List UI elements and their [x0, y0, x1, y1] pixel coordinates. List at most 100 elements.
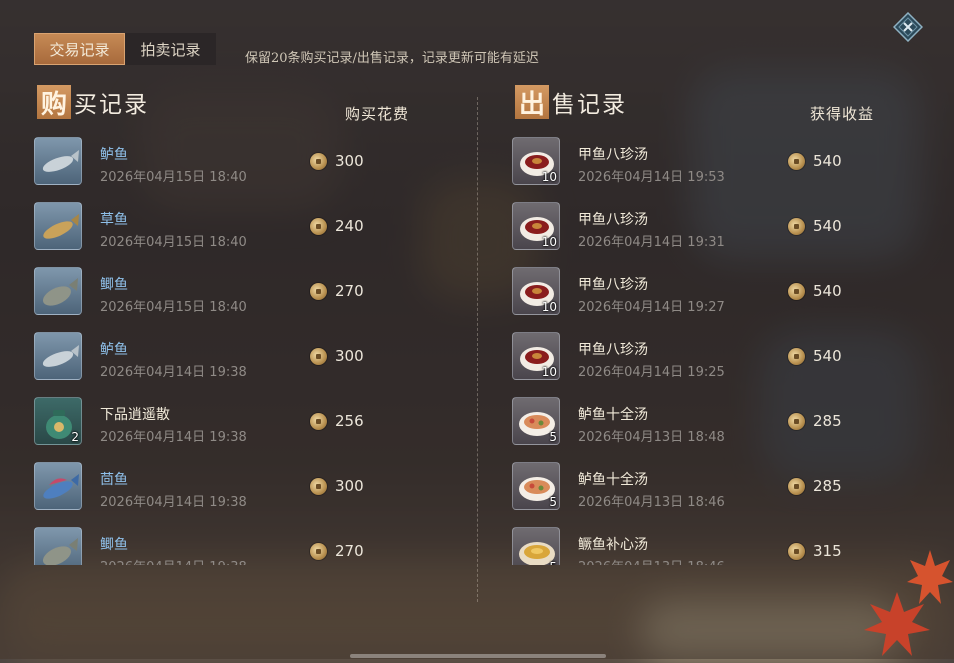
buy-section-title: 购 买记录 — [37, 85, 149, 120]
item-date: 2026年04月14日 19:38 — [100, 430, 247, 445]
item-name: 茴鱼 — [100, 472, 128, 488]
item-name: 甲鱼八珍汤 — [578, 342, 648, 358]
coin-icon — [310, 217, 327, 235]
buy-row: 鲫鱼 2026年04月14日 19:38 270 — [34, 527, 434, 565]
coin-icon — [310, 542, 327, 560]
price-value: 540 — [813, 217, 842, 235]
turtle-soup-icon: 10 — [512, 202, 560, 250]
item-price: 300 — [310, 477, 364, 495]
item-date: 2026年04月15日 18:40 — [100, 300, 247, 315]
turtle-soup-icon: 10 — [512, 332, 560, 380]
item-date: 2026年04月14日 19:53 — [578, 170, 725, 185]
item-name: 甲鱼八珍汤 — [578, 277, 648, 293]
buy-row: 鲈鱼 2026年04月15日 18:40 300 — [34, 137, 434, 202]
coin-icon — [788, 152, 805, 170]
coin-icon — [310, 152, 327, 170]
sell-row: 10 甲鱼八珍汤 2026年04月14日 19:25 540 — [512, 332, 912, 397]
sell-row: 5 鳜鱼补心汤 2026年04月13日 18:46 315 — [512, 527, 912, 565]
coin-icon — [788, 412, 805, 430]
turtle-soup-icon: 10 — [512, 267, 560, 315]
maple-leaf-icon — [906, 548, 954, 612]
turtle-soup-icon: 10 — [512, 137, 560, 185]
item-price: 256 — [310, 412, 364, 430]
item-quantity: 10 — [541, 170, 557, 184]
item-name: 甲鱼八珍汤 — [578, 212, 648, 228]
price-value: 256 — [335, 412, 364, 430]
price-value: 285 — [813, 412, 842, 430]
perch-fish-icon — [34, 137, 82, 185]
price-value: 540 — [813, 347, 842, 365]
item-name: 鲫鱼 — [100, 277, 128, 293]
item-name: 甲鱼八珍汤 — [578, 147, 648, 163]
item-price: 285 — [788, 412, 842, 430]
tab-trade-records[interactable]: 交易记录 — [34, 33, 125, 65]
buy-record-list[interactable]: 鲈鱼 2026年04月15日 18:40 300 草鱼 2026年04月15日 … — [34, 137, 434, 565]
price-value: 270 — [335, 282, 364, 300]
price-value: 300 — [335, 152, 364, 170]
item-quantity: 5 — [549, 495, 557, 509]
item-date: 2026年04月14日 19:38 — [100, 495, 247, 510]
coin-icon — [788, 347, 805, 365]
price-value: 270 — [335, 542, 364, 560]
sell-record-list[interactable]: 10 甲鱼八珍汤 2026年04月14日 19:53 540 10 甲鱼八珍汤 … — [512, 137, 912, 565]
grass-carp-icon — [34, 202, 82, 250]
coin-icon — [788, 217, 805, 235]
item-quantity: 5 — [549, 430, 557, 444]
perch-fish-icon — [34, 332, 82, 380]
sell-row: 10 甲鱼八珍汤 2026年04月14日 19:53 540 — [512, 137, 912, 202]
item-price: 300 — [310, 152, 364, 170]
item-name: 鲈鱼十全汤 — [578, 407, 648, 423]
close-diamond-icon[interactable] — [892, 11, 924, 43]
item-name: 草鱼 — [100, 212, 128, 228]
item-price: 270 — [310, 542, 364, 560]
medicine-jar-icon: 2 — [34, 397, 82, 445]
item-quantity: 2 — [71, 430, 79, 444]
item-quantity: 10 — [541, 365, 557, 379]
buy-title-text: 买记录 — [74, 92, 149, 118]
tab-auction-records[interactable]: 拍卖记录 — [125, 33, 216, 65]
sell-title-badge: 出 — [515, 85, 549, 120]
item-price: 240 — [310, 217, 364, 235]
buy-row: 2 下品逍遥散 2026年04月14日 19:38 256 — [34, 397, 434, 462]
item-name: 下品逍遥散 — [100, 407, 170, 423]
coin-icon — [788, 477, 805, 495]
item-name: 鲈鱼 — [100, 342, 128, 358]
price-value: 540 — [813, 282, 842, 300]
buy-cost-header: 购买花费 — [345, 105, 410, 123]
item-date: 2026年04月14日 19:31 — [578, 235, 725, 250]
item-price: 315 — [788, 542, 842, 560]
section-divider — [477, 97, 478, 602]
retention-notice: 保留20条购买记录/出售记录，记录更新可能有延迟 — [245, 51, 539, 66]
tab-bar: 交易记录 拍卖记录 — [34, 33, 216, 65]
mandarin-fish-soup-icon: 5 — [512, 527, 560, 565]
item-name: 鲫鱼 — [100, 537, 128, 553]
price-value: 315 — [813, 542, 842, 560]
grayling-fish-icon — [34, 462, 82, 510]
coin-icon — [310, 477, 327, 495]
sell-income-header: 获得收益 — [810, 105, 875, 123]
item-date: 2026年04月14日 19:25 — [578, 365, 725, 380]
item-price: 540 — [788, 217, 842, 235]
item-quantity: 10 — [541, 300, 557, 314]
item-price: 540 — [788, 282, 842, 300]
item-price: 285 — [788, 477, 842, 495]
item-price: 270 — [310, 282, 364, 300]
item-date: 2026年04月15日 18:40 — [100, 170, 247, 185]
sell-row: 10 甲鱼八珍汤 2026年04月14日 19:27 540 — [512, 267, 912, 332]
sell-row: 5 鲈鱼十全汤 2026年04月13日 18:46 285 — [512, 462, 912, 527]
scroll-indicator — [350, 654, 606, 658]
item-name: 鳜鱼补心汤 — [578, 537, 648, 553]
coin-icon — [310, 412, 327, 430]
crucian-carp-icon — [34, 267, 82, 315]
item-quantity: 5 — [549, 560, 557, 565]
price-value: 285 — [813, 477, 842, 495]
price-value: 300 — [335, 347, 364, 365]
price-value: 540 — [813, 152, 842, 170]
sell-row: 10 甲鱼八珍汤 2026年04月14日 19:31 540 — [512, 202, 912, 267]
item-date: 2026年04月14日 19:38 — [100, 365, 247, 380]
sell-section-title: 出 售记录 — [515, 85, 627, 120]
buy-row: 鲫鱼 2026年04月15日 18:40 270 — [34, 267, 434, 332]
item-quantity: 10 — [541, 235, 557, 249]
buy-row: 鲈鱼 2026年04月14日 19:38 300 — [34, 332, 434, 397]
buy-title-badge: 购 — [37, 85, 71, 120]
